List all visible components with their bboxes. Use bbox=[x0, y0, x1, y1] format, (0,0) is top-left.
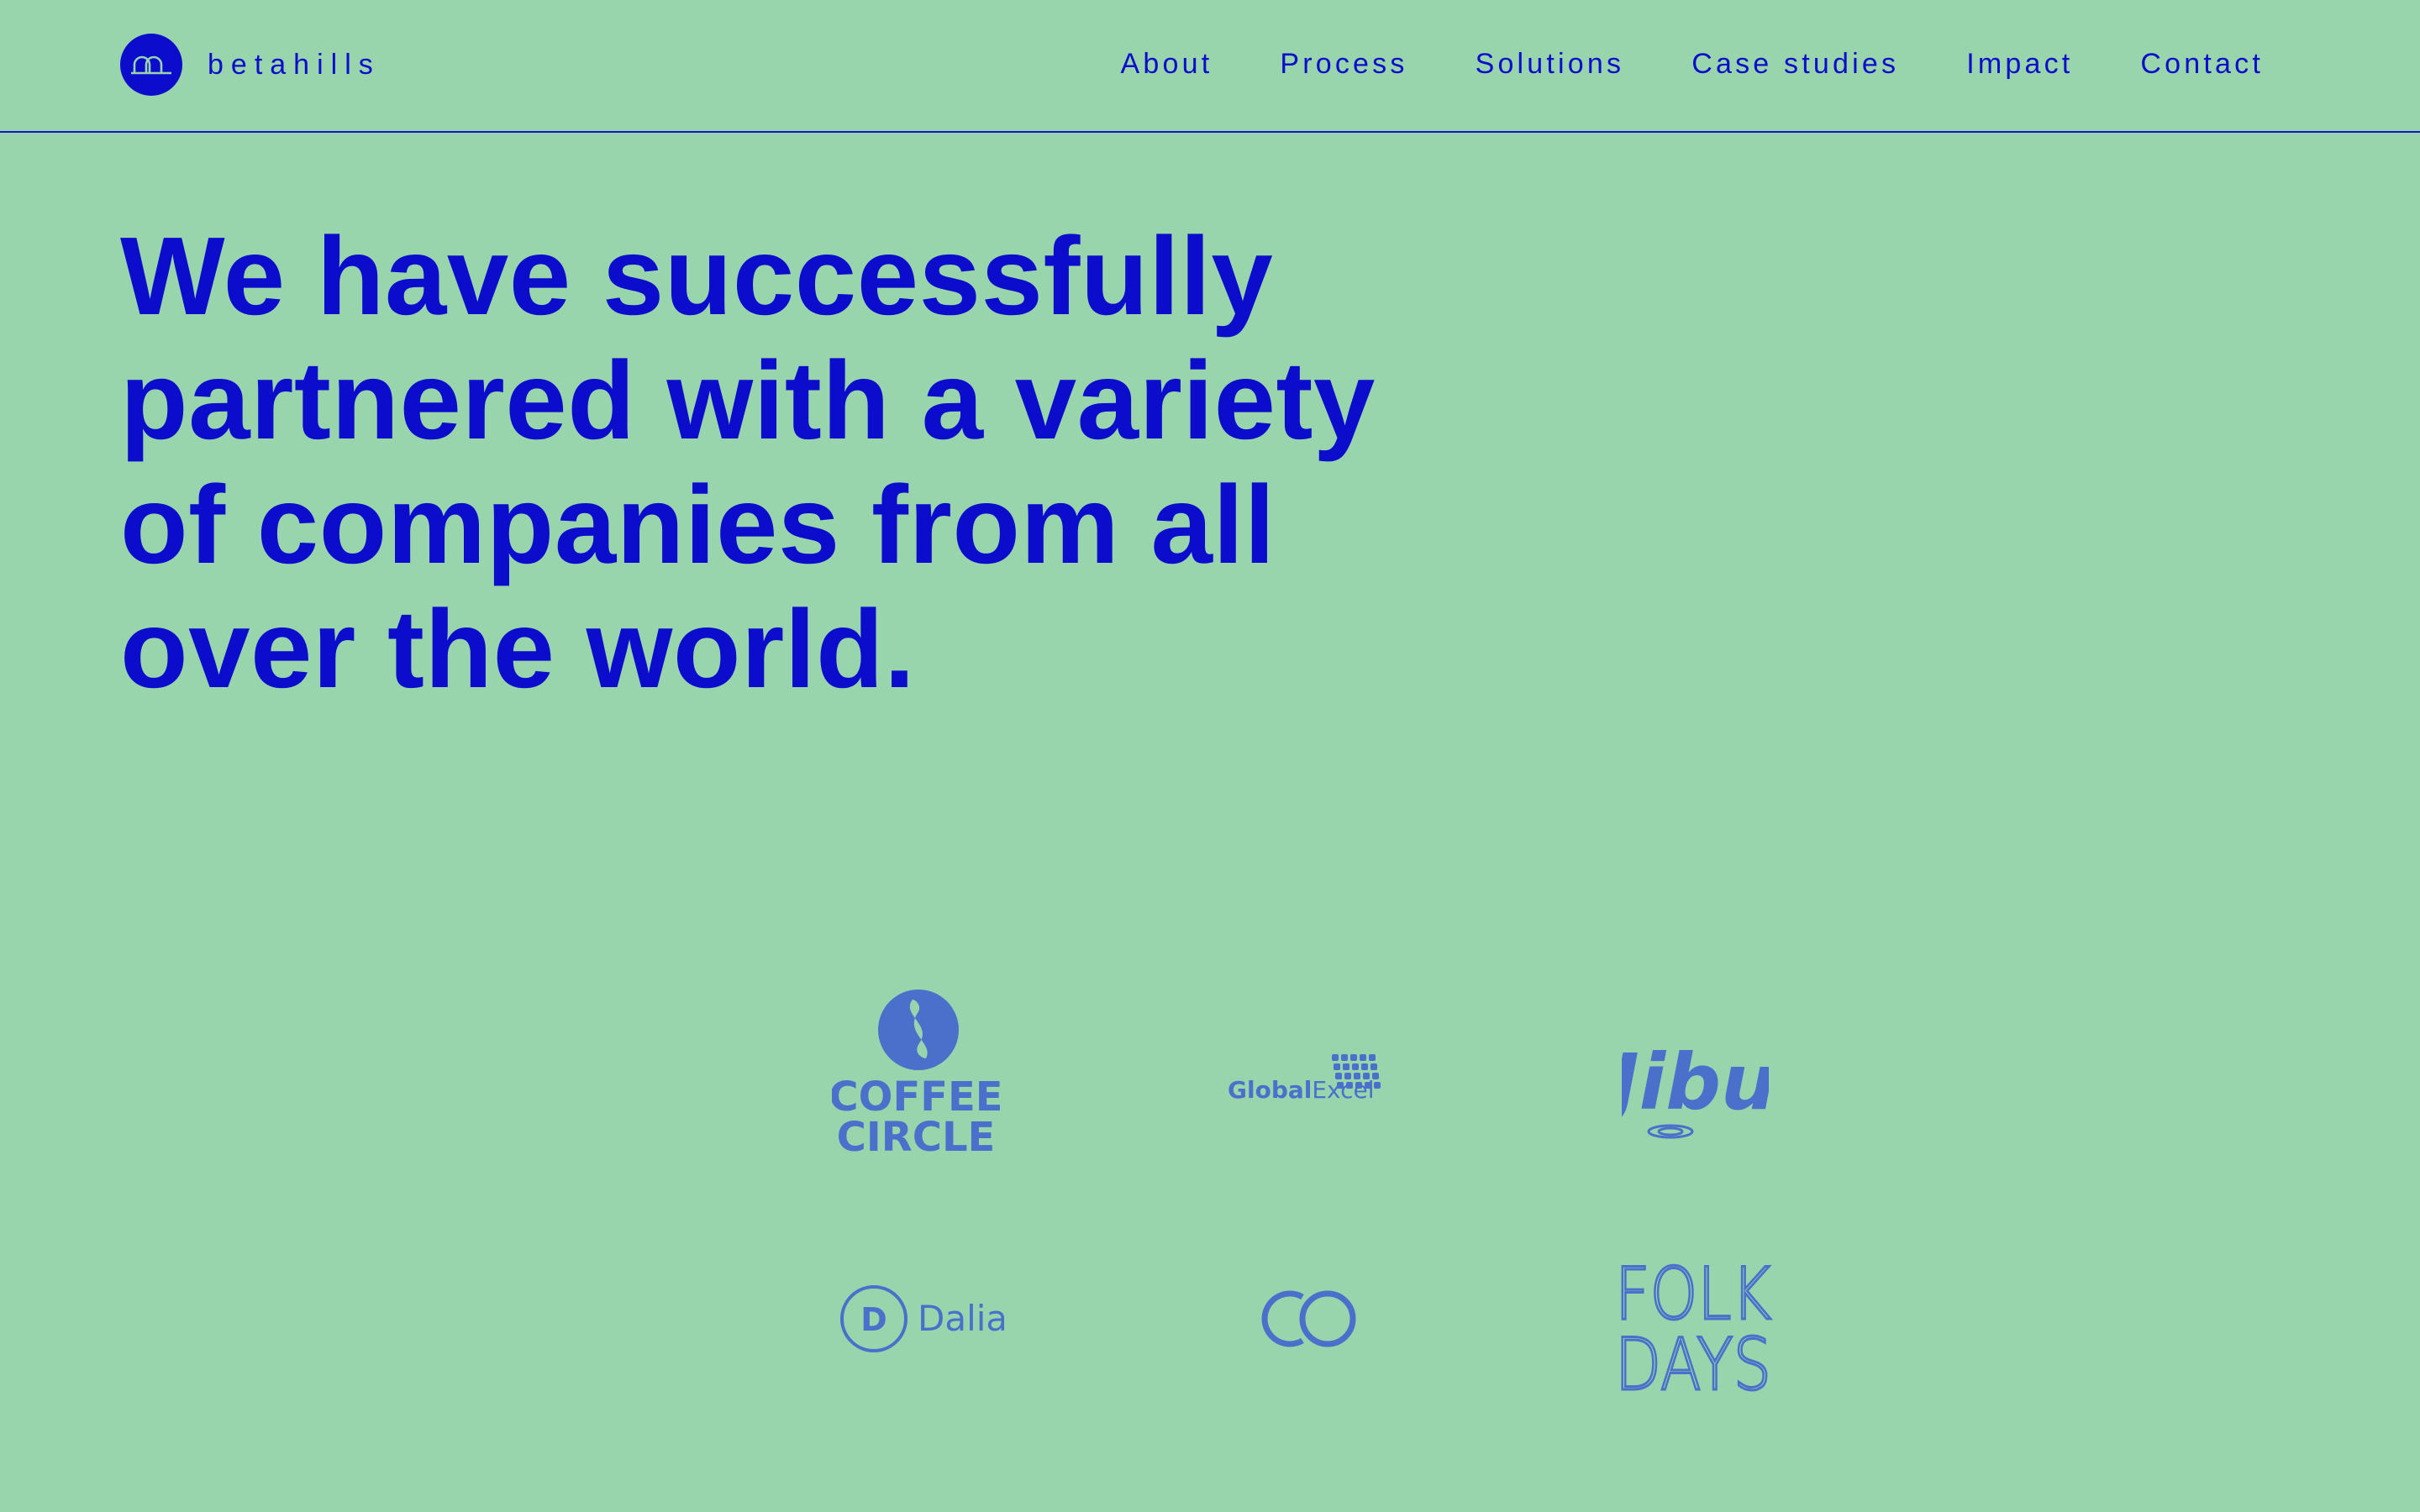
main-nav: About Process Solutions Case studies Imp… bbox=[1120, 48, 2264, 81]
logo-folk-days: FOLK DAYS bbox=[1609, 1250, 1777, 1402]
nav-solutions[interactable]: Solutions bbox=[1476, 48, 1625, 81]
logo-global-excel: GlobalExcel bbox=[1223, 1046, 1391, 1121]
co-wordmark: CO bbox=[1250, 1285, 1252, 1286]
global-excel-wordmark: GlobalExcel bbox=[1228, 1076, 1375, 1104]
dalia-wordmark: Dalia bbox=[918, 1298, 1004, 1339]
coffee-bean-icon bbox=[878, 990, 959, 1070]
hero-headline: We have successfully partnered with a va… bbox=[120, 214, 1397, 711]
coffee-circle-line-2: CIRCLE bbox=[837, 1114, 996, 1161]
headline-line-4: over the world. bbox=[120, 587, 916, 711]
nav-about[interactable]: About bbox=[1120, 48, 1213, 81]
water-drop-icon bbox=[1647, 1124, 1694, 1139]
client-logos: COFFEECIRCLE GlobalExcel Jibu D Dalia CO FOLKD… bbox=[0, 966, 2420, 1420]
logo-coffee-circle: COFFEE CIRCLE bbox=[832, 966, 1000, 1168]
co-rings-icon bbox=[1261, 1290, 1356, 1347]
headline-line-2: partnered with a variety bbox=[120, 339, 1376, 462]
dalia-mark: D bbox=[860, 1301, 887, 1338]
nav-impact[interactable]: Impact bbox=[1966, 48, 2073, 81]
nav-contact[interactable]: Contact bbox=[2140, 48, 2264, 81]
logo-dalia: D Dalia bbox=[832, 1277, 1004, 1361]
folk-days-line-2: DAYS bbox=[1615, 1323, 1771, 1401]
logo-co: CO bbox=[1250, 1285, 1368, 1352]
brand-home-link[interactable]: betahills bbox=[120, 34, 381, 96]
headline-line-1: We have successfully bbox=[120, 214, 1274, 338]
hills-arch-icon bbox=[120, 34, 182, 96]
site-header: betahills About Process Solutions Case s… bbox=[0, 0, 2420, 133]
jibu-wordmark: Jibu bbox=[1622, 1037, 1769, 1127]
nav-process[interactable]: Process bbox=[1280, 48, 1407, 81]
logo-jibu: Jibu bbox=[1622, 1021, 1769, 1147]
nav-case-studies[interactable]: Case studies bbox=[1691, 48, 1899, 81]
brand-name: betahills bbox=[208, 48, 381, 81]
headline-line-3: of companies from all bbox=[120, 463, 1276, 586]
